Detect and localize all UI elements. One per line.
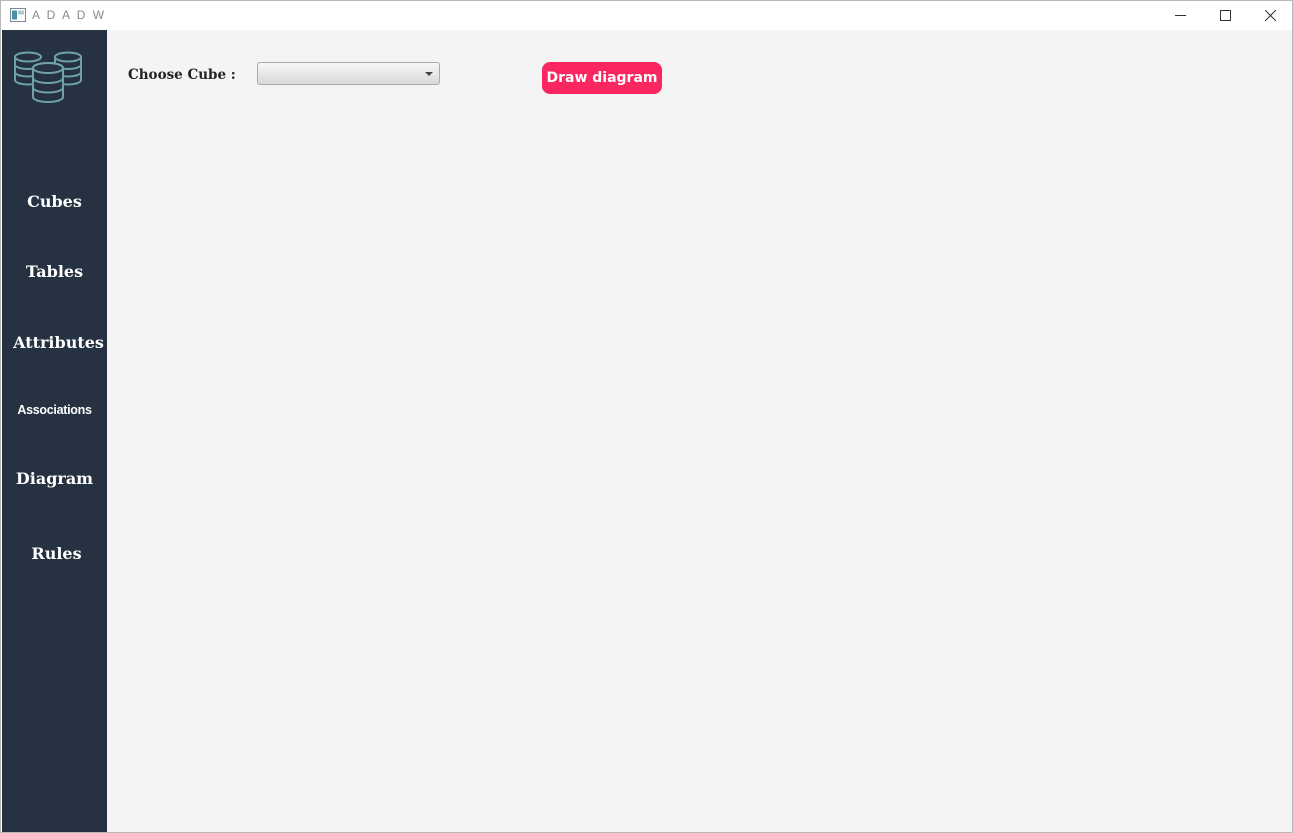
app-window: A D A D W Cubes Tables Attributes Associ… (0, 0, 1293, 833)
sidebar-item-label: Rules (31, 543, 82, 563)
minimize-button[interactable] (1157, 1, 1203, 30)
main-content: Choose Cube : Draw diagram (107, 30, 1292, 832)
sidebar: Cubes Tables Attributes Associations Dia… (2, 30, 107, 832)
minimize-icon (1174, 15, 1186, 16)
maximize-button[interactable] (1202, 1, 1248, 30)
sidebar-item-attributes[interactable]: Attributes (2, 322, 107, 362)
window-title: A D A D W (32, 8, 107, 22)
draw-diagram-button[interactable]: Draw diagram (542, 62, 662, 94)
chevron-down-icon (425, 72, 433, 76)
database-stack-icon (14, 51, 82, 103)
cube-select[interactable] (257, 62, 440, 85)
sidebar-item-label: Diagram (15, 468, 94, 488)
app-window-icon (10, 8, 26, 22)
sidebar-item-associations[interactable]: Associations (2, 390, 107, 430)
choose-cube-label: Choose Cube : (128, 67, 236, 83)
maximize-icon (1219, 10, 1231, 21)
sidebar-item-cubes[interactable]: Cubes (2, 181, 107, 221)
sidebar-item-label: Associations (17, 403, 92, 417)
close-button[interactable] (1247, 1, 1292, 30)
sidebar-item-label: Attributes (13, 332, 104, 352)
sidebar-item-rules[interactable]: Rules (2, 533, 107, 573)
sidebar-item-label: Tables (25, 261, 84, 281)
close-icon (1264, 10, 1276, 21)
sidebar-item-tables[interactable]: Tables (2, 251, 107, 291)
sidebar-item-diagram[interactable]: Diagram (2, 458, 107, 498)
sidebar-item-label: Cubes (27, 191, 82, 211)
title-bar[interactable]: A D A D W (1, 1, 1292, 30)
